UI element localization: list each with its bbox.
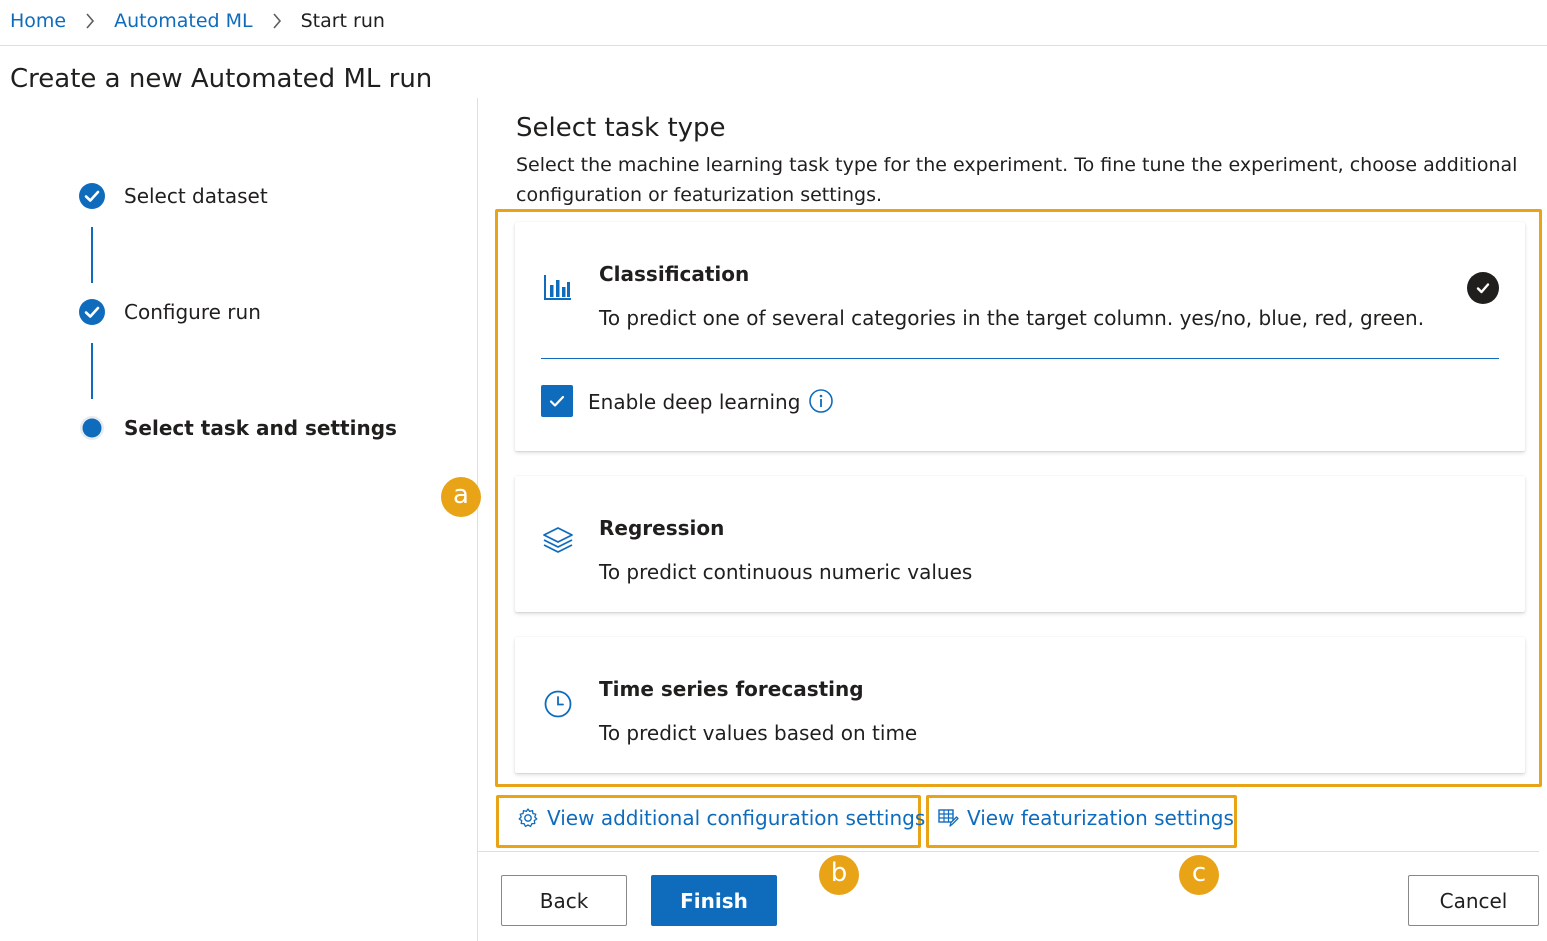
step-connector <box>91 343 93 399</box>
header-divider <box>0 45 1547 46</box>
enable-deep-learning-checkbox[interactable] <box>541 385 573 417</box>
task-card-time-series-forecasting[interactable]: Time series forecasting To predict value… <box>515 637 1525 773</box>
check-circle-icon <box>78 182 106 210</box>
task-card-classification[interactable]: Classification To predict one of several… <box>515 222 1525 451</box>
bar-chart-icon <box>541 270 575 304</box>
finish-button[interactable]: Finish <box>651 875 777 926</box>
current-step-dot-icon <box>78 414 106 442</box>
view-featurization-link[interactable]: View featurization settings <box>936 806 1234 830</box>
step-select-dataset[interactable]: Select dataset <box>78 182 268 210</box>
step-configure-run[interactable]: Configure run <box>78 298 261 326</box>
callout-marker-c: c <box>1179 855 1219 895</box>
step-label: Select task and settings <box>124 416 397 440</box>
cancel-button[interactable]: Cancel <box>1408 875 1539 926</box>
enable-deep-learning-label[interactable]: Enable deep learning <box>588 390 800 414</box>
chevron-right-icon <box>84 12 96 30</box>
callout-marker-b: b <box>819 855 859 895</box>
task-description: To predict continuous numeric values <box>599 560 973 584</box>
check-circle-icon <box>78 298 106 326</box>
view-additional-configuration-link[interactable]: View additional configuration settings <box>516 806 925 830</box>
step-label: Configure run <box>124 300 261 324</box>
step-label: Select dataset <box>124 184 268 208</box>
task-description: To predict one of several categories in … <box>599 306 1425 330</box>
back-button[interactable]: Back <box>501 875 627 926</box>
step-connector <box>91 227 93 283</box>
task-description: To predict values based on time <box>599 721 918 745</box>
card-divider <box>541 358 1499 359</box>
section-description: Select the machine learning task type fo… <box>516 154 1518 206</box>
chevron-right-icon <box>271 12 283 30</box>
task-title: Time series forecasting <box>599 677 864 701</box>
layers-icon <box>541 523 575 557</box>
task-title: Classification <box>599 262 750 286</box>
callout-marker-a: a <box>441 477 481 517</box>
gear-icon <box>516 806 540 830</box>
section-title: Select task type <box>516 113 726 143</box>
breadcrumb-automated-ml-link[interactable]: Automated ML <box>114 10 252 32</box>
clock-icon <box>541 687 575 721</box>
panel-divider <box>477 98 478 941</box>
link-label: View featurization settings <box>967 806 1234 830</box>
breadcrumb-current: Start run <box>300 10 385 32</box>
table-edit-icon <box>936 806 960 830</box>
breadcrumb: Home Automated ML Start run <box>10 8 385 34</box>
step-select-task-and-settings[interactable]: Select task and settings <box>78 414 397 442</box>
page-title: Create a new Automated ML run <box>10 64 433 94</box>
link-label: View additional configuration settings <box>547 806 926 830</box>
info-icon[interactable] <box>808 388 834 414</box>
task-card-regression[interactable]: Regression To predict continuous numeric… <box>515 476 1525 612</box>
footer-divider <box>478 851 1539 852</box>
selected-check-icon <box>1467 272 1499 304</box>
breadcrumb-home-link[interactable]: Home <box>10 10 66 32</box>
task-title: Regression <box>599 516 725 540</box>
